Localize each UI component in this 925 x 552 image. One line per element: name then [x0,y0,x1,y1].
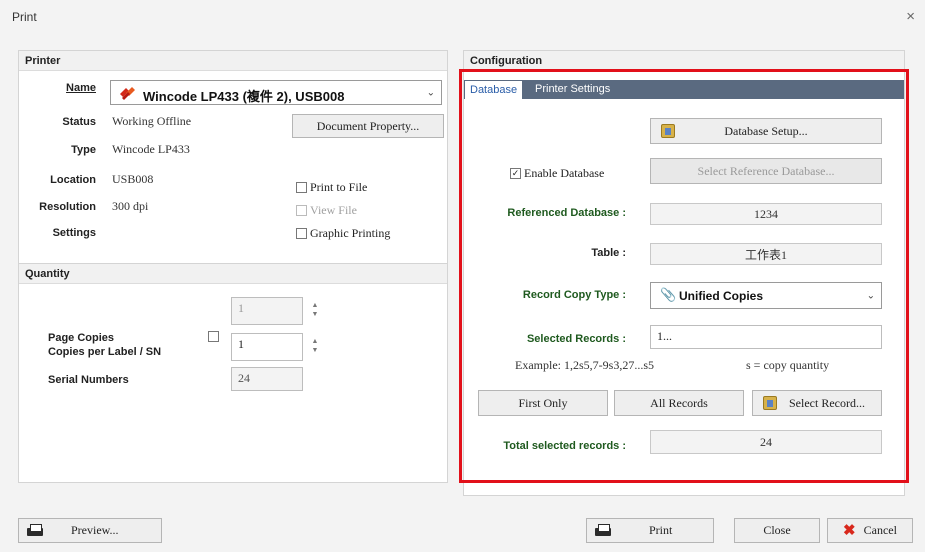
cancel-button[interactable]: ✖ Cancel [827,518,913,543]
paperclip-icon: 📎 [660,287,677,302]
checkbox-box [296,205,307,216]
checkbox-box [296,182,307,193]
total-selected-records-field: 24 [650,430,882,454]
cancel-x-icon: ✖ [843,523,856,539]
location-value: USB008 [112,172,154,186]
graphic-printing-label: Graphic Printing [310,226,391,240]
location-label: Location [50,174,96,186]
spin-down-icon: ▼ [311,311,319,318]
preview-label: Preview... [71,523,119,537]
enable-database-checkbox[interactable]: ✓ Enable Database [510,166,604,181]
window-title: Print [12,10,37,24]
serial-numbers-label: Serial Numbers [48,374,129,386]
print-to-file-checkbox[interactable]: Print to File [296,180,367,195]
page-copies-label: Page Copies [48,332,115,344]
select-record-button[interactable]: Select Record... [752,390,882,416]
printer-icon [27,524,43,537]
print-label: Print [649,523,673,537]
selected-records-label: Selected Records : [526,333,626,345]
copy-quantity-hint: s = copy quantity [746,358,830,372]
checkmark-icon: ✓ [510,168,521,179]
graphic-printing-checkbox[interactable]: Graphic Printing [296,226,390,241]
type-value: Wincode LP433 [112,142,190,156]
print-button[interactable]: Print [586,518,714,543]
checkbox-box [296,228,307,239]
spin-up-icon: ▲ [311,302,319,309]
chevron-down-icon: ⌄ [866,290,875,301]
select-record-label: Select Record... [789,395,865,410]
example-text: Example: 1,2s5,7-9s3,27...s5 [515,358,654,372]
view-file-checkbox[interactable]: View File [296,203,357,218]
printer-name-select[interactable]: Wincode LP433 (複件 2), USB008 ⌄ [110,80,442,105]
resolution-label: Resolution [39,201,96,213]
enable-database-label: Enable Database [524,166,605,180]
printer-brand-icon [120,87,135,100]
quantity-panel-header: Quantity [19,264,447,284]
page-copies-input[interactable]: 1 [231,297,303,325]
record-copy-type-label: Record Copy Type : [522,289,626,301]
record-copy-type-value: Unified Copies [679,289,764,303]
referenced-database-label: Referenced Database : [507,207,626,219]
preview-button[interactable]: Preview... [18,518,162,543]
spin-up-icon: ▲ [311,338,319,345]
table-label: Table : [591,247,626,259]
checkbox-box [208,331,219,342]
serial-numbers-field: 24 [231,367,303,391]
all-records-button[interactable]: All Records [614,390,744,416]
copies-per-label-input[interactable]: 1 [231,333,303,361]
cancel-label: Cancel [863,523,897,537]
close-button[interactable]: Close [734,518,820,543]
database-setup-button[interactable]: Database Setup... [650,118,882,144]
page-copies-checkbox[interactable] [208,331,222,342]
configuration-tabs: Database Printer Settings [464,80,904,99]
page-copies-spinner[interactable]: ▲ ▼ [310,301,320,319]
table-field: 工作表1 [650,243,882,265]
type-label: Type [71,144,96,156]
select-reference-database-button[interactable]: Select Reference Database... [650,158,882,184]
printer-icon [595,524,611,537]
status-value: Working Offline [112,114,192,128]
printer-panel-header: Printer [19,51,447,71]
printer-name-value: Wincode LP433 (複件 2), USB008 [143,89,345,104]
copies-per-label-spinner[interactable]: ▲ ▼ [310,337,320,355]
name-label: Name [66,82,96,94]
view-file-label: View File [310,203,357,217]
selected-records-input[interactable]: 1... [650,325,882,349]
status-label: Status [62,116,96,128]
copies-per-label-label: Copies per Label / SN [48,346,162,358]
close-icon[interactable]: × [906,8,915,25]
tab-database[interactable]: Database [464,80,524,99]
document-property-button[interactable]: Document Property... [292,114,444,138]
tab-printer-settings[interactable]: Printer Settings [530,80,615,99]
referenced-database-field: 1234 [650,203,882,225]
record-copy-type-select[interactable]: 📎 Unified Copies ⌄ [650,282,882,309]
spin-down-icon: ▼ [311,347,319,354]
print-to-file-label: Print to File [310,180,368,194]
database-icon [763,396,777,410]
first-only-button[interactable]: First Only [478,390,608,416]
settings-label: Settings [52,227,96,239]
resolution-value: 300 dpi [112,199,149,213]
title-bar: Print × [0,0,925,34]
configuration-panel-header: Configuration [464,51,904,71]
database-setup-label: Database Setup... [724,123,808,138]
database-icon [661,124,675,138]
total-selected-records-label: Total selected records : [503,440,626,452]
chevron-down-icon: ⌄ [426,87,435,98]
